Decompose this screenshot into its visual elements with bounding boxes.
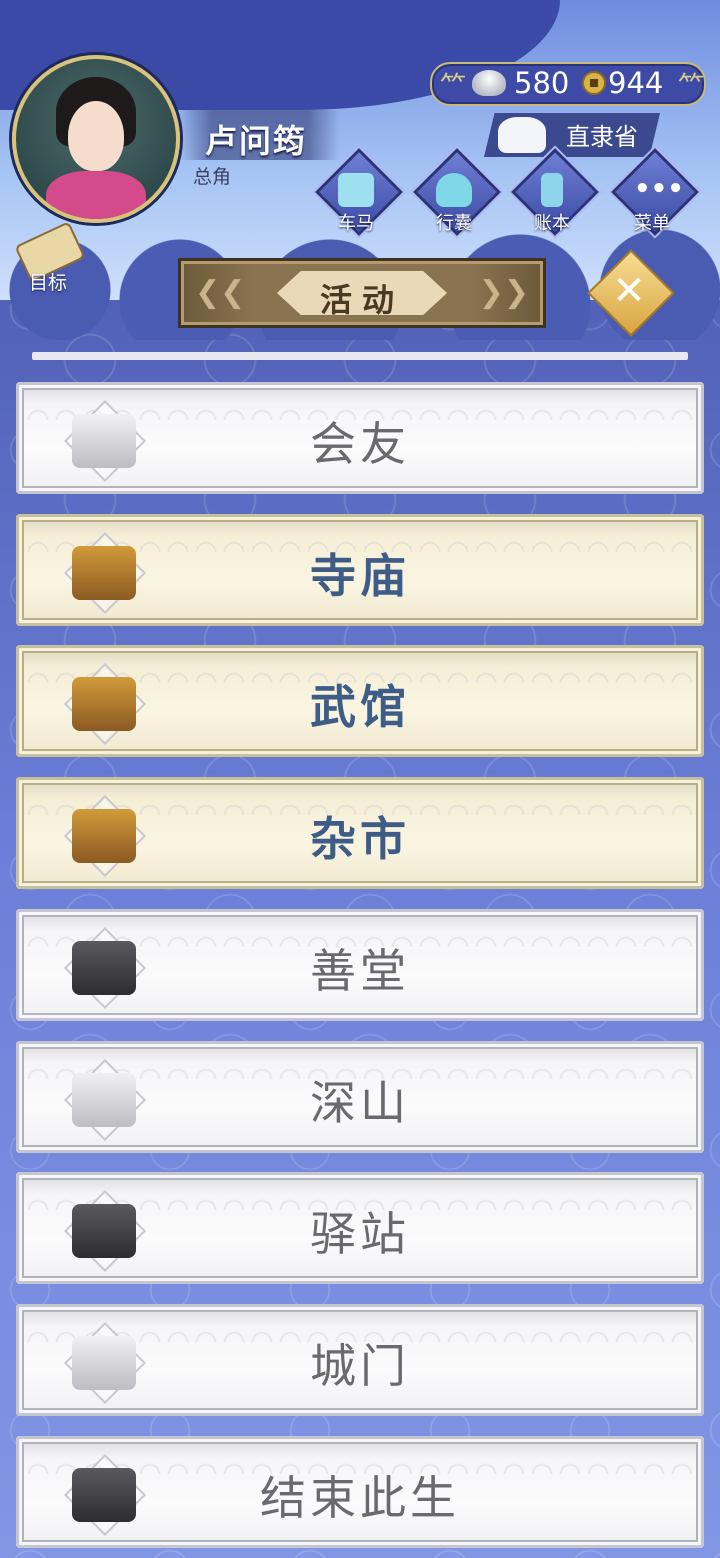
player-avatar[interactable] — [12, 55, 180, 223]
activity-item[interactable]: 杂市 — [16, 777, 704, 890]
menu-button-ledger[interactable]: 账本 — [511, 148, 599, 237]
menu-label: 车马 — [338, 213, 374, 234]
activity-label: 武馆 — [310, 680, 410, 735]
location-label: 直隶省 — [566, 123, 638, 151]
close-icon[interactable]: ✕ — [600, 262, 658, 320]
list-top-edge — [32, 352, 688, 360]
activity-label: 深山 — [310, 1075, 410, 1130]
menu-button-more[interactable]: ••• 菜单 — [611, 148, 699, 237]
menu-label: 账本 — [534, 213, 570, 234]
activity-item[interactable]: 寺庙 — [16, 513, 704, 626]
avatar-face — [68, 101, 124, 171]
activity-label: 善堂 — [310, 943, 410, 998]
activity-item[interactable]: 武馆 — [16, 645, 704, 758]
activity-label: 城门 — [310, 1338, 410, 1393]
menu-label: 行囊 — [436, 213, 472, 234]
activity-item[interactable]: 结束此生 — [16, 1435, 704, 1548]
location-button[interactable]: 直隶省 — [484, 113, 660, 157]
activity-label: 结束此生 — [260, 1470, 460, 1525]
silver-amount: 580 — [514, 66, 570, 100]
activity-label: 杂市 — [310, 812, 410, 867]
panel-title-banner: ❮❮ 活动 ❯❯ — [178, 258, 546, 328]
activity-item[interactable]: 城门 — [16, 1303, 704, 1416]
activity-label: 驿站 — [310, 1207, 410, 1262]
copper-amount: 944 — [608, 66, 664, 100]
bundle-icon — [436, 173, 472, 207]
activity-item[interactable]: 驿站 — [16, 1172, 704, 1285]
player-role: 总角 — [193, 166, 232, 188]
activity-item[interactable]: 会友 — [16, 382, 704, 494]
chevron-right-icon: ❯❯ — [478, 275, 529, 310]
ledger-icon — [541, 173, 563, 207]
activity-item[interactable]: 善堂 — [16, 908, 704, 1021]
avatar-robe — [46, 171, 146, 219]
currency-bar: ⺮ 580 944 ⺮ — [430, 62, 706, 106]
activity-item[interactable]: 深山 — [16, 1040, 704, 1153]
menu-button-bundle[interactable]: 行囊 — [413, 148, 501, 237]
copper-coin-icon — [582, 71, 606, 95]
carriage-icon — [338, 173, 374, 207]
activity-label: 寺庙 — [310, 548, 410, 603]
silver-ingot-icon — [472, 70, 506, 96]
target-button[interactable]: 目标 — [10, 221, 86, 294]
target-label: 目标 — [28, 272, 67, 294]
bamboo-left-icon: ⺮ — [440, 72, 467, 102]
menu-button-carriage[interactable]: 车马 — [315, 148, 403, 237]
menu-label: 菜单 — [634, 213, 670, 234]
more-icon: ••• — [634, 174, 684, 204]
activity-label: 会友 — [310, 417, 410, 471]
bamboo-right-icon: ⺮ — [678, 72, 705, 102]
player-name: 卢问筠 — [205, 122, 308, 160]
official-hat-icon — [498, 117, 546, 153]
